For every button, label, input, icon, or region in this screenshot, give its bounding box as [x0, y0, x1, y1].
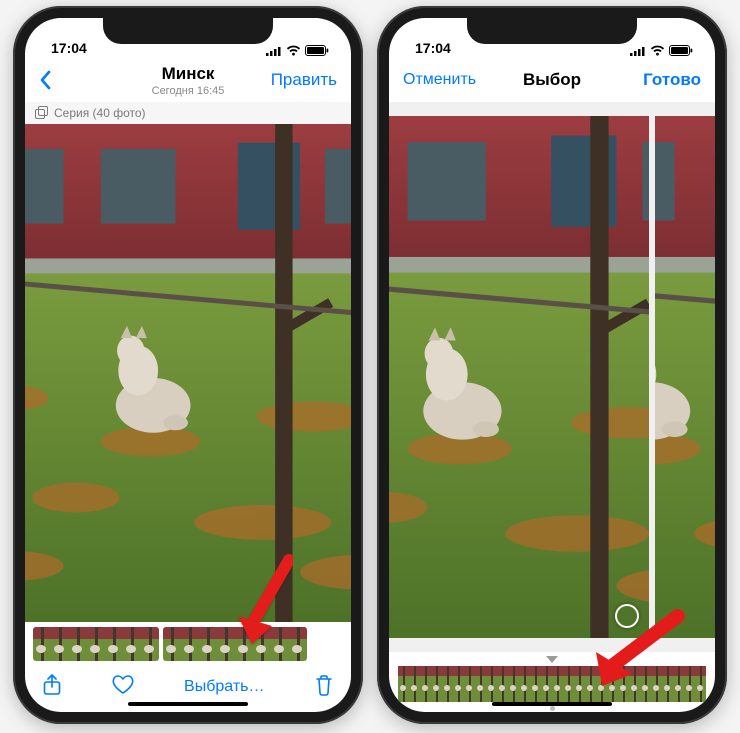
status-indicators: [630, 45, 693, 56]
share-button[interactable]: [43, 674, 61, 701]
cancel-button[interactable]: Отменить: [403, 71, 493, 89]
phone-right: 17:04 Отменить Выбор Готово: [377, 6, 727, 724]
filmstrip-frame[interactable]: [420, 666, 431, 702]
filmstrip-frame[interactable]: [596, 666, 607, 702]
favorite-button[interactable]: [112, 675, 134, 700]
filmstrip-frame[interactable]: [519, 666, 530, 702]
burst-icon: [35, 106, 49, 120]
filmstrip-frame[interactable]: [486, 666, 497, 702]
filmstrip-frame[interactable]: [453, 666, 464, 702]
filmstrip-frame[interactable]: [673, 666, 684, 702]
home-indicator[interactable]: [128, 702, 248, 706]
status-indicators: [266, 45, 329, 56]
chevron-left-icon: [39, 70, 51, 90]
back-button[interactable]: [39, 70, 129, 90]
filmstrip-frame[interactable]: [508, 666, 519, 702]
filmstrip-frame[interactable]: [574, 666, 585, 702]
filmstrip-frame[interactable]: [618, 666, 629, 702]
filmstrip-dot: [550, 706, 555, 711]
battery-icon: [305, 45, 329, 56]
signal-icon: [266, 46, 282, 56]
home-indicator[interactable]: [492, 702, 612, 706]
photo-main: [25, 124, 351, 622]
thumb-group[interactable]: [33, 627, 159, 661]
nav-title: Минск: [152, 64, 225, 84]
filmstrip-frame[interactable]: [475, 666, 486, 702]
notch: [467, 18, 637, 44]
trash-icon: [315, 674, 333, 696]
burst-photo-next[interactable]: [655, 116, 715, 638]
filmstrip-frame[interactable]: [541, 666, 552, 702]
filmstrip-marker-icon: [546, 656, 558, 663]
select-button[interactable]: Выбрать…: [184, 678, 264, 696]
photo-viewer[interactable]: [25, 124, 351, 622]
filmstrip-frames[interactable]: [398, 666, 706, 702]
status-time: 17:04: [415, 40, 451, 56]
done-button[interactable]: Готово: [611, 70, 701, 90]
burst-photo[interactable]: [389, 116, 649, 638]
filmstrip-frame[interactable]: [530, 666, 541, 702]
wifi-icon: [286, 45, 301, 56]
burst-label: Серия (40 фото): [54, 106, 146, 120]
heart-icon: [112, 675, 134, 695]
notch: [103, 18, 273, 44]
filmstrip-frame[interactable]: [431, 666, 442, 702]
nav-title-group: Выбор: [523, 70, 581, 90]
nav-title: Выбор: [523, 70, 581, 90]
wifi-icon: [650, 45, 665, 56]
filmstrip-frame[interactable]: [464, 666, 475, 702]
thumbnail-row[interactable]: [25, 622, 351, 666]
filmstrip-frame[interactable]: [552, 666, 563, 702]
filmstrip-frame[interactable]: [497, 666, 508, 702]
filmstrip-frame[interactable]: [695, 666, 706, 702]
filmstrip-frame[interactable]: [563, 666, 574, 702]
photo: [655, 116, 715, 638]
battery-icon: [669, 45, 693, 56]
status-time: 17:04: [51, 40, 87, 56]
burst-label-row: Серия (40 фото): [25, 102, 351, 124]
filmstrip-frame[interactable]: [442, 666, 453, 702]
thumb-group[interactable]: [163, 627, 307, 661]
filmstrip-frame[interactable]: [662, 666, 673, 702]
photo: [389, 116, 649, 638]
share-icon: [43, 674, 61, 696]
filmstrip-frame[interactable]: [607, 666, 618, 702]
phone-left: 17:04 Минск Сегодня 16:45 Править Серия …: [13, 6, 363, 724]
edit-button[interactable]: Править: [247, 70, 337, 90]
filmstrip-frame[interactable]: [640, 666, 651, 702]
nav-subtitle: Сегодня 16:45: [152, 85, 225, 97]
nav-bar: Минск Сегодня 16:45 Править: [25, 58, 351, 102]
signal-icon: [630, 46, 646, 56]
nav-bar: Отменить Выбор Готово: [389, 58, 715, 102]
filmstrip-frame[interactable]: [585, 666, 596, 702]
filmstrip-frame[interactable]: [398, 666, 409, 702]
selection-circle[interactable]: [615, 604, 639, 628]
delete-button[interactable]: [315, 674, 333, 701]
filmstrip-frame[interactable]: [684, 666, 695, 702]
burst-carousel[interactable]: [389, 102, 715, 652]
filmstrip-frame[interactable]: [409, 666, 420, 702]
filmstrip-frame[interactable]: [651, 666, 662, 702]
filmstrip-frame[interactable]: [629, 666, 640, 702]
nav-title-group: Минск Сегодня 16:45: [152, 64, 225, 97]
